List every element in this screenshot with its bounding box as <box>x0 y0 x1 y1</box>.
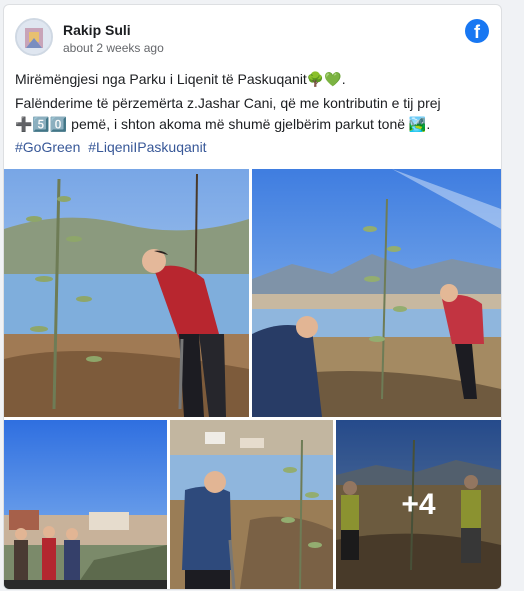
photo-2[interactable] <box>252 169 501 417</box>
hashtag-gogreen[interactable]: #GoGreen <box>15 139 80 155</box>
photo-4[interactable] <box>170 420 333 589</box>
photo-3[interactable] <box>4 420 167 589</box>
post-timestamp[interactable]: about 2 weeks ago <box>63 41 164 55</box>
photo-5-more[interactable]: +4 <box>336 420 501 589</box>
avatar[interactable] <box>15 18 53 56</box>
hashtag-liqeni[interactable]: #LiqeniIPaskuqanit <box>88 139 206 155</box>
more-photos-overlay[interactable]: +4 <box>336 420 501 589</box>
author-name[interactable]: Rakip Suli <box>63 22 131 38</box>
facebook-icon[interactable]: f <box>465 19 489 43</box>
post-text-line-1: Mirëmëngjesi nga Parku i Liqenit të Pask… <box>15 71 346 87</box>
post-card: Rakip Suli about 2 weeks ago f Mirëmëngj… <box>3 4 502 590</box>
post-text-line-2: Falënderime të përzemërta z.Jashar Cani,… <box>15 95 441 132</box>
hashtags: #GoGreen #LiqeniIPaskuqanit <box>15 139 211 155</box>
photo-1[interactable] <box>4 169 249 417</box>
